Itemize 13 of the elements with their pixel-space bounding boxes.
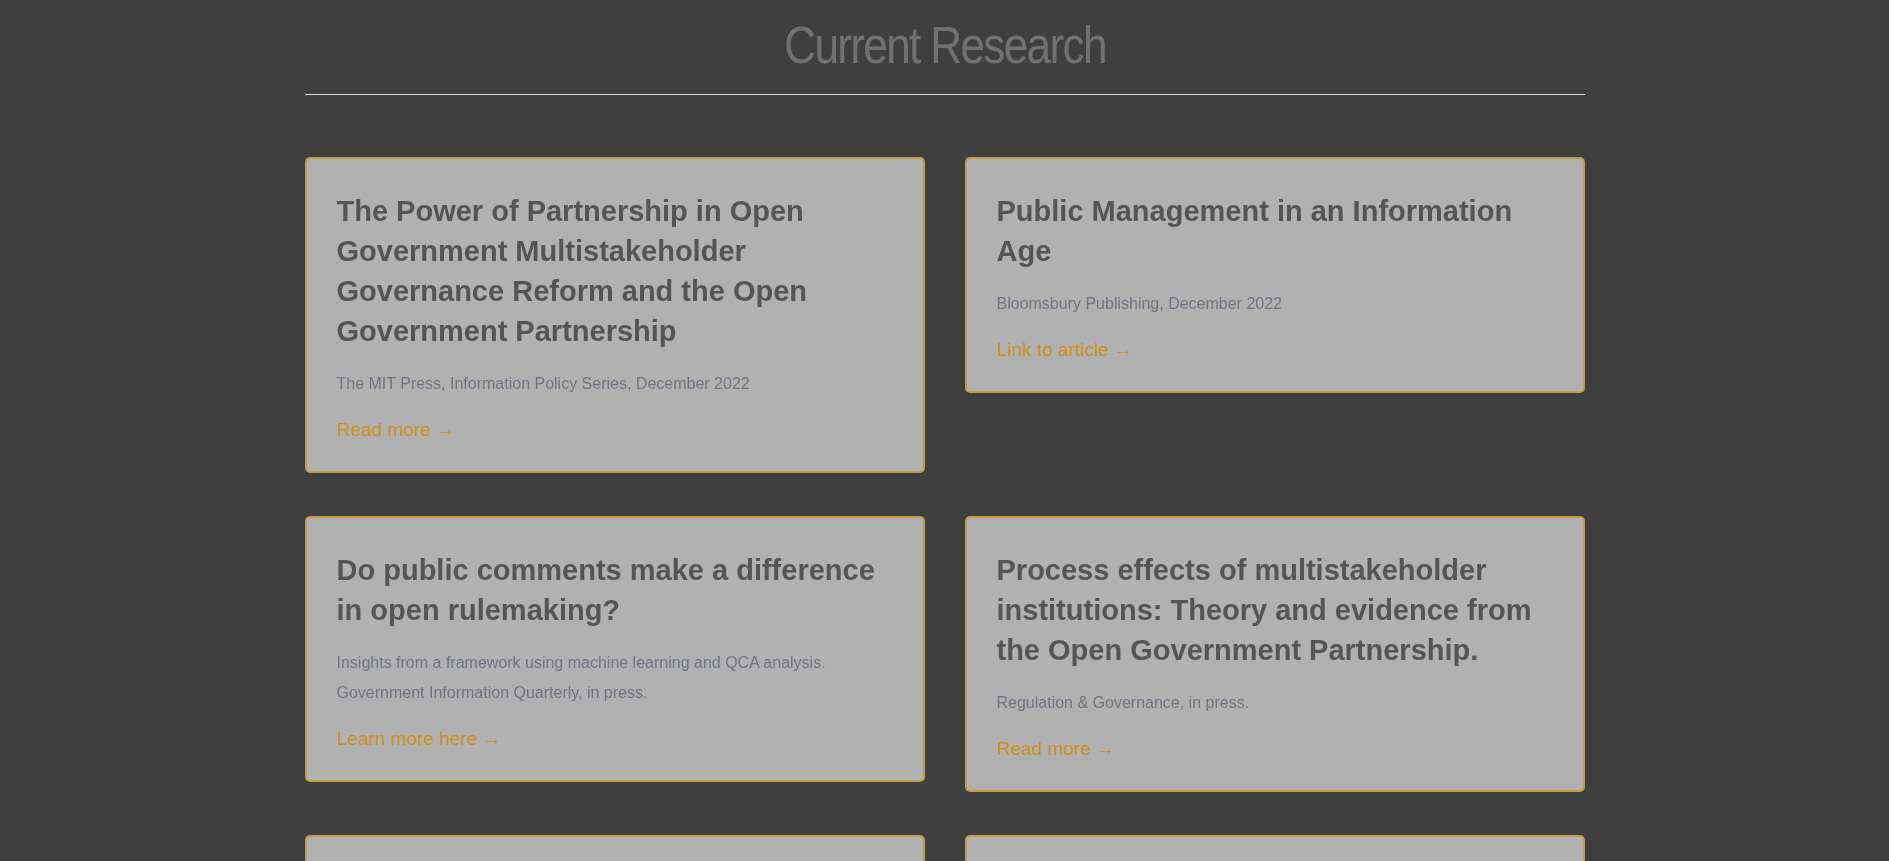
publication-info: Regulation & Governance, in press. xyxy=(996,693,1251,713)
card-link[interactable]: Learn more here → xyxy=(336,728,502,750)
card-title: The Power of Partnership in Open Government Multistakeholder Governance Reform and the Open Government Partnership xyxy=(336,194,809,349)
card-link[interactable]: Read more → xyxy=(996,738,1115,760)
card-title: Public Management in an Information Age xyxy=(996,194,1514,269)
card-link[interactable]: Read more → xyxy=(336,419,455,441)
card-link[interactable]: Link to article → xyxy=(996,339,1133,361)
publication-info: Government Information Quarterly, in press. xyxy=(336,683,649,703)
card-title: Process effects of multistakeholder institutions: Theory and evidence from the Open Government Partnership. xyxy=(996,553,1533,668)
publication-info: Insights from a framework using machine learning and QCA analysis. xyxy=(336,653,827,673)
card-title: Do public comments make a difference in open rulemaking? xyxy=(336,553,876,628)
publication-info: Bloomsbury Publishing, December 2022 xyxy=(996,294,1283,314)
publication-info: The MIT Press, Information Policy Series, December 2022 xyxy=(336,374,751,394)
